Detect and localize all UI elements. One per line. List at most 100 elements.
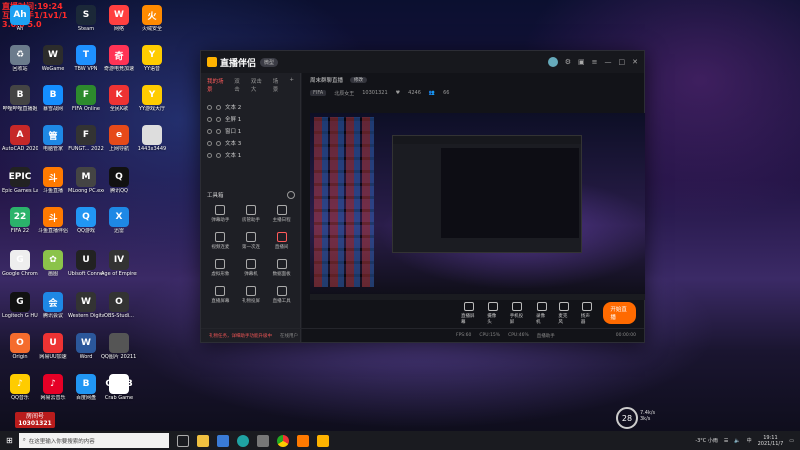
desktop-icon[interactable]: G Logitech G HUB: [2, 292, 38, 319]
desktop-icon[interactable]: K 全民K歌: [102, 85, 136, 112]
companion-icon[interactable]: [316, 434, 329, 447]
go-live-button[interactable]: 开始直播: [603, 302, 636, 324]
tool-button[interactable]: 视频连麦: [205, 232, 236, 250]
eye-icon[interactable]: [207, 116, 212, 122]
eye-icon[interactable]: [207, 152, 212, 158]
camera-button[interactable]: 摄像头: [487, 301, 498, 325]
lock-icon[interactable]: [216, 116, 221, 122]
desktop-icon[interactable]: W Word: [69, 333, 103, 360]
desktop-icon[interactable]: T TBW VPN: [69, 45, 103, 72]
task-view-icon[interactable]: [176, 434, 189, 447]
desktop-icon[interactable]: ♻ 回收站: [3, 45, 37, 72]
desktop-icon[interactable]: W 网络: [102, 5, 136, 32]
eye-icon[interactable]: [207, 104, 212, 110]
desktop-icon[interactable]: 管电脑管家: [36, 125, 70, 152]
tool-button[interactable]: 直播屏幕: [205, 286, 236, 304]
desktop-icon[interactable]: WWestern Digital U...: [68, 292, 104, 319]
taskbar-search-input[interactable]: ⌕ 在这里输入你要搜索的内容: [18, 433, 169, 448]
ime-icon[interactable]: 中: [747, 437, 752, 444]
maximize-icon[interactable]: □: [619, 58, 626, 66]
close-icon[interactable]: ✕: [632, 58, 638, 66]
desktop-icon[interactable]: 会腾讯会议: [36, 292, 70, 319]
tab-scene-4[interactable]: 场景: [273, 77, 284, 93]
volume-icon[interactable]: 🔈: [734, 438, 740, 444]
add-scene-button[interactable]: +: [289, 77, 294, 93]
screen-capture-button[interactable]: 直播屏幕: [461, 301, 476, 325]
desktop-icon[interactable]: W WeGame: [36, 45, 70, 72]
desktop-icon[interactable]: O OBS-Studi...: [102, 292, 136, 319]
source-item[interactable]: 文本 2: [201, 101, 300, 113]
desktop-icon[interactable]: QQ图片 20211104...: [101, 333, 137, 360]
file-explorer-icon[interactable]: [196, 434, 209, 447]
tool-button[interactable]: 直播间: [266, 232, 297, 250]
desktop-icon[interactable]: 奇奇游电竞加速: [102, 45, 136, 72]
desktop-icon[interactable]: ♪ 网易云音乐: [36, 374, 70, 401]
desktop-icon[interactable]: IVAge of Empires IV: [101, 250, 137, 277]
tab-my-scene[interactable]: 我的场景: [207, 77, 228, 93]
edit-room-button[interactable]: 修改: [350, 77, 368, 83]
store-icon[interactable]: [216, 434, 229, 447]
minimize-icon[interactable]: —: [605, 58, 612, 66]
desktop-icon[interactable]: U 网易UU加速: [36, 333, 70, 360]
desktop-icon[interactable]: ♪ QQ音乐: [3, 374, 37, 401]
desktop-icon[interactable]: M MLoong PC.exe: [68, 167, 104, 194]
lock-icon[interactable]: [216, 140, 221, 146]
desktop-icon[interactable]: 斗斗鱼直播: [36, 167, 70, 194]
speaker-button[interactable]: 扬声器: [581, 301, 592, 325]
start-icon[interactable]: ⊞: [6, 436, 13, 445]
desktop-icon[interactable]: S Steam: [69, 5, 103, 32]
tab-scene-2[interactable]: 双击: [234, 77, 245, 93]
douyu-icon[interactable]: [296, 434, 309, 447]
desktop-icon[interactable]: F FUNGT... 2022: [68, 125, 104, 152]
phone-cast-button[interactable]: 手机投屏: [510, 301, 525, 325]
desktop-icon[interactable]: Q QQ游戏: [69, 207, 103, 234]
tool-button[interactable]: 数据面板: [266, 259, 297, 277]
desktop-icon[interactable]: ✿ 画图: [36, 250, 70, 277]
desktop-icon[interactable]: e 上网导航: [102, 125, 136, 152]
desktop-icon[interactable]: U Ubisoft Connect: [68, 250, 104, 277]
toolbox-toggle-icon[interactable]: [287, 191, 295, 199]
tool-button[interactable]: 礼物投屏: [236, 286, 267, 304]
microphone-button[interactable]: 麦克风: [558, 301, 570, 325]
desktop-icon[interactable]: Ah Ah: [3, 5, 37, 32]
source-item[interactable]: 全屏 1: [201, 113, 300, 125]
recorder-button[interactable]: 录像机: [536, 301, 547, 325]
lock-icon[interactable]: [216, 128, 221, 134]
notification-icon[interactable]: ▭: [789, 438, 794, 444]
desktop-icon[interactable]: Q 腾讯QQ: [102, 167, 136, 194]
stream-preview[interactable]: [310, 113, 645, 300]
desktop-icon[interactable]: 火火绒安全: [135, 5, 169, 32]
network-icon[interactable]: ☰: [724, 438, 728, 444]
desktop-icon[interactable]: O Origin: [3, 333, 37, 360]
desktop-icon[interactable]: X 迅雷: [102, 207, 136, 234]
eye-icon[interactable]: [207, 128, 212, 134]
avatar[interactable]: [547, 57, 558, 67]
eye-icon[interactable]: [207, 140, 212, 146]
tab-scene-3[interactable]: 双击大: [251, 77, 267, 93]
tool-button[interactable]: 房管助手: [236, 205, 267, 223]
desktop-icon[interactable]: AAutoCAD 2020 - 简体: [2, 125, 38, 152]
tool-button[interactable]: 第一次连: [236, 232, 267, 250]
desktop-icon[interactable]: B 哔哩哔哩直播姬: [3, 85, 38, 112]
desktop-icon[interactable]: F FIFA Online: [69, 85, 103, 112]
desktop-icon[interactable]: EPICEpic Games Launcher: [2, 167, 38, 194]
tool-button[interactable]: 弹幕机: [236, 259, 267, 277]
tool-button[interactable]: 虚拟形象: [205, 259, 236, 277]
skin-icon[interactable]: ▣: [578, 58, 585, 66]
edge-icon[interactable]: [236, 434, 249, 447]
desktop-icon[interactable]: B 暴雪战网: [36, 85, 70, 112]
desktop-icon[interactable]: Y YY语音: [135, 45, 169, 72]
lock-icon[interactable]: [216, 104, 221, 110]
source-item[interactable]: 文本 1: [201, 149, 300, 161]
weather-text[interactable]: -3°C 小雨: [695, 437, 718, 444]
desktop-icon[interactable]: G Google Chrome: [2, 250, 38, 277]
desktop-icon[interactable]: 斗斗鱼直播伴侣: [36, 207, 70, 234]
source-item[interactable]: 文本 3: [201, 137, 300, 149]
desktop-icon[interactable]: CRAB Crab Game: [102, 374, 136, 401]
desktop-icon[interactable]: B 百度网盘: [69, 374, 103, 401]
settings-icon[interactable]: [256, 434, 269, 447]
tool-button[interactable]: 弹幕助手: [205, 205, 236, 223]
chrome-icon[interactable]: [276, 434, 289, 447]
menu-icon[interactable]: ≡: [592, 58, 598, 66]
desktop-icon[interactable]: 22 FIFA 22: [3, 207, 37, 234]
